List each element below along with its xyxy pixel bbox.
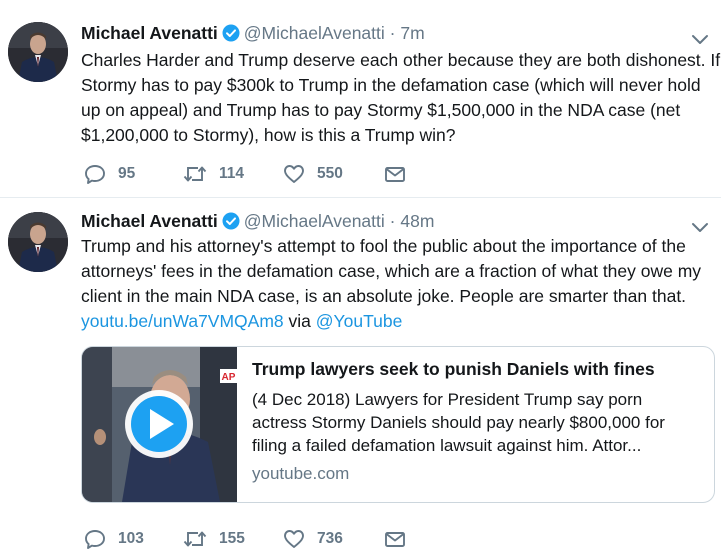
- direct-message-button[interactable]: [384, 162, 406, 186]
- retweet-icon: [183, 528, 207, 550]
- avatar[interactable]: [8, 212, 68, 272]
- author-handle[interactable]: @MichaelAvenatti: [244, 23, 385, 43]
- envelope-icon: [384, 528, 406, 550]
- tweet[interactable]: Michael Avenatti @MichaelAvenatti · 7m Ch…: [0, 0, 721, 198]
- like-button[interactable]: 550: [283, 162, 343, 186]
- card-body: Trump lawyers seek to punish Daniels wit…: [252, 357, 702, 485]
- video-thumbnail[interactable]: AP: [82, 347, 237, 502]
- verified-badge-icon: [222, 24, 240, 47]
- chevron-down-icon[interactable]: [691, 33, 709, 45]
- tweet-text-line: Stormy has to pay $300k to Trump in the …: [81, 75, 701, 95]
- card-description-line: filing a failed defamation lawsuit again…: [252, 436, 642, 455]
- like-button[interactable]: 736: [283, 527, 343, 551]
- like-count: 550: [317, 165, 343, 182]
- heart-icon: [283, 528, 305, 550]
- ap-badge: AP: [222, 372, 236, 383]
- tweet-text-line: attorneys' fees in the defamation case, …: [81, 261, 702, 281]
- tweet-link-line: youtu.be/unWa7VMQAm8 via @YouTube: [81, 309, 706, 334]
- retweet-button[interactable]: 114: [183, 162, 244, 186]
- separator-dot: ·: [389, 23, 396, 43]
- link-preview-card[interactable]: AP Trump lawyers seek to punish Daniels …: [81, 346, 715, 503]
- card-domain: youtube.com: [252, 464, 350, 483]
- retweet-button[interactable]: 155: [183, 527, 245, 551]
- tweet-text-line: Trump and his attorney's attempt to fool…: [81, 236, 686, 256]
- card-description-line: actress Stormy Daniels should pay nearly…: [252, 413, 665, 432]
- reply-count: 95: [118, 165, 136, 182]
- reply-button[interactable]: 103: [84, 527, 144, 551]
- timestamp[interactable]: 7m: [400, 23, 424, 43]
- author-name[interactable]: Michael Avenatti: [81, 23, 218, 43]
- retweet-count: 155: [219, 530, 245, 547]
- direct-message-button[interactable]: [384, 527, 406, 551]
- tweet[interactable]: Michael Avenatti @MichaelAvenatti · 48m T…: [0, 198, 721, 557]
- tweet-text-line: $1,200,000 to Stormy), how is this a Tru…: [81, 125, 456, 145]
- reply-count: 103: [118, 530, 144, 547]
- verified-badge-icon: [222, 212, 240, 235]
- card-description-line: (4 Dec 2018) Lawyers for President Trump…: [252, 390, 643, 409]
- via-text: via: [288, 311, 311, 331]
- author-name[interactable]: Michael Avenatti: [81, 211, 218, 231]
- card-description: (4 Dec 2018) Lawyers for President Trump…: [252, 388, 702, 457]
- separator-dot: ·: [389, 211, 396, 231]
- tweet-text-line: Charles Harder and Trump deserve each ot…: [81, 50, 721, 70]
- tweet-header: Michael Avenatti @MichaelAvenatti · 48m: [81, 210, 434, 232]
- author-handle[interactable]: @MichaelAvenatti: [244, 211, 385, 231]
- like-count: 736: [317, 530, 343, 547]
- envelope-icon: [384, 163, 406, 185]
- video-link[interactable]: youtu.be/unWa7VMQAm8: [81, 311, 284, 331]
- avatar[interactable]: [8, 22, 68, 82]
- reply-icon: [84, 528, 106, 550]
- heart-icon: [283, 163, 305, 185]
- reply-icon: [84, 163, 106, 185]
- tweet-header: Michael Avenatti @MichaelAvenatti · 7m: [81, 22, 425, 44]
- card-title[interactable]: Trump lawyers seek to punish Daniels wit…: [252, 357, 702, 381]
- tweet-text: Trump and his attorney's attempt to fool…: [81, 234, 706, 334]
- youtube-mention[interactable]: @YouTube: [316, 311, 403, 331]
- tweet-text: Charles Harder and Trump deserve each ot…: [81, 48, 721, 148]
- retweet-icon: [183, 163, 207, 185]
- timestamp[interactable]: 48m: [400, 211, 434, 231]
- tweet-text-line: up on appeal) and Trump has to pay Storm…: [81, 100, 681, 120]
- chevron-down-icon[interactable]: [691, 221, 709, 233]
- retweet-count: 114: [219, 165, 245, 182]
- tweet-text-line: client in the main NDA case, is an absol…: [81, 286, 687, 306]
- reply-button[interactable]: 95: [84, 162, 135, 186]
